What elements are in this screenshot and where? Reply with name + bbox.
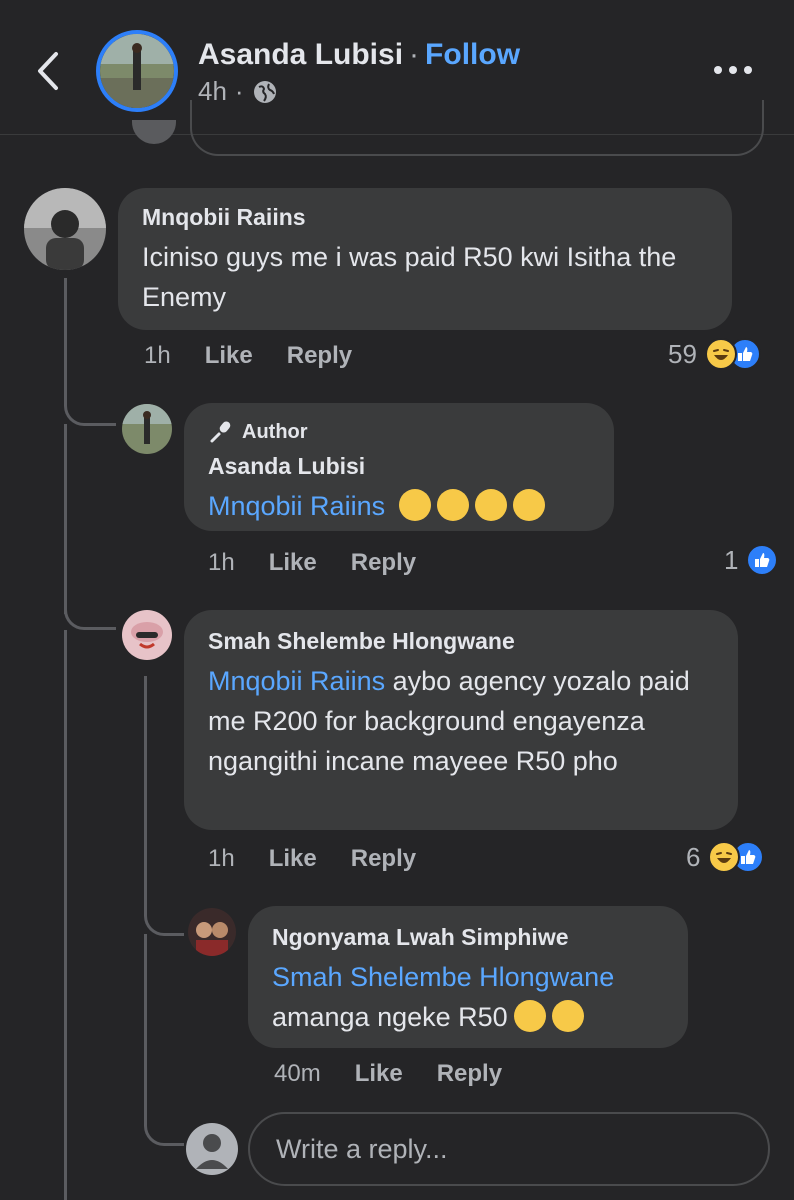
comment-bubble: Mnqobii Raiins Iciniso guys me i was pai… xyxy=(118,188,732,330)
reaction-summary[interactable]: 6 xyxy=(686,841,765,873)
reply-button[interactable]: Reply xyxy=(351,549,416,577)
reply-button[interactable]: Reply xyxy=(437,1060,502,1088)
comment-actions: 1h Like Reply xyxy=(144,342,352,370)
haha-reaction-icon xyxy=(704,338,737,370)
comment-actions: 40m Like Reply xyxy=(274,1060,502,1088)
mention-link[interactable]: Mnqobii Raiins xyxy=(208,491,385,521)
sob-emoji-icon xyxy=(474,488,507,521)
comment-bubble: Author Asanda Lubisi Mnqobii Raiins xyxy=(184,403,614,531)
author-badge: Author xyxy=(208,419,590,445)
joy-emoji-icon xyxy=(398,488,431,521)
commenter-name[interactable]: Smah Shelembe Hlongwane xyxy=(208,628,714,655)
comment-actions: 1h Like Reply xyxy=(208,845,416,873)
thread-line xyxy=(144,676,147,908)
thread-connector xyxy=(144,1106,184,1146)
separator-dot: · xyxy=(409,38,420,71)
reaction-summary[interactable]: 59 xyxy=(668,338,761,370)
chevron-left-icon xyxy=(38,52,58,90)
rofl-emoji-icon xyxy=(513,999,546,1032)
comment-bubble: Ngonyama Lwah Simphiwe Smah Shelembe Hlo… xyxy=(248,906,688,1048)
comment-actions: 1h Like Reply xyxy=(208,549,416,577)
mention-link[interactable]: Mnqobii Raiins xyxy=(208,666,385,696)
thread-line xyxy=(64,424,67,614)
reply-button[interactable]: Reply xyxy=(351,845,416,873)
commenter-name[interactable]: Ngonyama Lwah Simphiwe xyxy=(272,924,664,951)
commenter-avatar[interactable] xyxy=(188,908,236,956)
like-button[interactable]: Like xyxy=(205,342,253,370)
like-reaction-icon xyxy=(746,544,779,576)
sob-emoji-icon xyxy=(512,488,545,521)
more-options-button[interactable] xyxy=(714,66,752,74)
reply-input[interactable]: Write a reply... xyxy=(248,1112,770,1186)
thread-line xyxy=(144,934,147,1114)
reply-input-placeholder: Write a reply... xyxy=(276,1133,448,1164)
thread-connector xyxy=(64,386,116,426)
sob-emoji-icon xyxy=(436,488,469,521)
author-avatar[interactable] xyxy=(96,30,178,112)
author-name[interactable]: Asanda Lubisi xyxy=(198,38,403,71)
follow-button[interactable]: Follow xyxy=(425,38,520,71)
reaction-summary[interactable]: 1 xyxy=(724,544,779,576)
author-badge-label: Author xyxy=(242,420,308,443)
thread-connector xyxy=(64,590,116,630)
rofl-emoji-icon xyxy=(551,999,584,1032)
more-dot xyxy=(729,66,737,74)
comment-text-line: aybo agency yozalo xyxy=(385,666,632,696)
like-button[interactable]: Like xyxy=(269,845,317,873)
like-button[interactable]: Like xyxy=(355,1060,403,1088)
comment-text: Mnqobii Raiins xyxy=(208,486,590,526)
reply-button[interactable]: Reply xyxy=(287,342,352,370)
reaction-count: 59 xyxy=(668,338,697,369)
comment-time: 1h xyxy=(208,549,235,576)
comment-time: 40m xyxy=(274,1060,321,1087)
commenter-avatar[interactable] xyxy=(122,404,172,454)
haha-reaction-icon xyxy=(708,841,741,873)
commenter-avatar[interactable] xyxy=(122,610,172,660)
commenter-avatar[interactable] xyxy=(24,188,106,270)
comment-text: Iciniso guys me i was paid R50 kwi Isith… xyxy=(142,242,677,312)
previous-comment-composer xyxy=(190,100,764,156)
reaction-count: 6 xyxy=(686,841,701,872)
reaction-count: 1 xyxy=(724,544,739,575)
comment-text: Mnqobii Raiins aybo agency yozalo paid m… xyxy=(208,661,714,781)
comment-text: Smah Shelembe Hlongwane amanga ngeke R50 xyxy=(272,957,664,1037)
more-dot xyxy=(744,66,752,74)
thread-line xyxy=(64,630,67,1200)
commenter-name[interactable]: Asanda Lubisi xyxy=(208,453,590,480)
comment-text-line: amanga ngeke R50 xyxy=(272,1002,508,1032)
like-button[interactable]: Like xyxy=(269,549,317,577)
commenter-name[interactable]: Mnqobii Raiins xyxy=(142,204,708,231)
thread-connector xyxy=(144,896,184,936)
header-title: Asanda Lubisi · Follow xyxy=(198,38,520,72)
comment-bubble: Smah Shelembe Hlongwane Mnqobii Raiins a… xyxy=(184,610,738,830)
more-options-icon xyxy=(714,66,722,74)
current-user-avatar xyxy=(186,1123,238,1175)
thread-line xyxy=(64,278,67,388)
back-button[interactable] xyxy=(30,48,66,94)
previous-comment-avatar xyxy=(132,120,176,144)
comment-time: 1h xyxy=(144,342,171,369)
comment-time: 1h xyxy=(208,845,235,872)
microphone-icon xyxy=(210,421,231,443)
mention-link[interactable]: Smah Shelembe Hlongwane xyxy=(272,962,614,992)
